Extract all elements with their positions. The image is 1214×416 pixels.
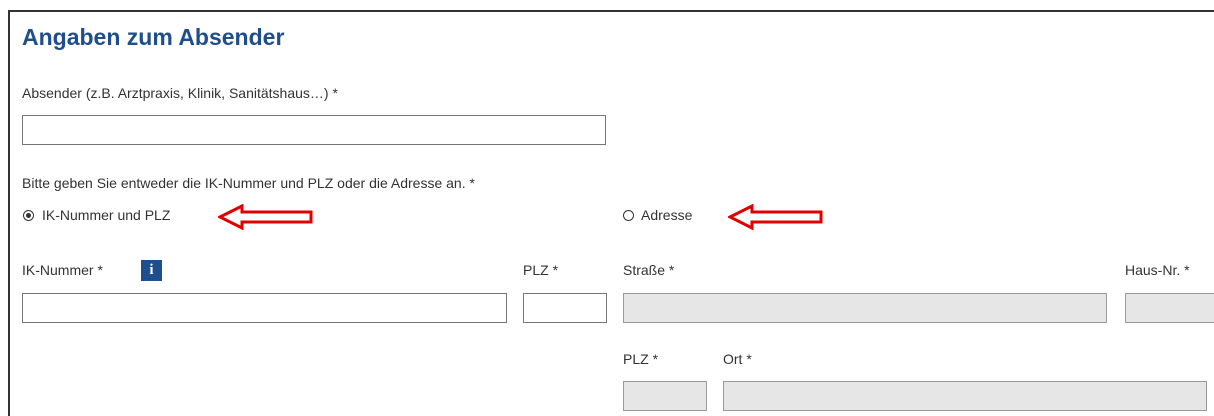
ik-label: IK-Nummer * (22, 262, 103, 278)
house-number-input (1125, 293, 1214, 323)
left-arrow-annotation-icon (728, 204, 823, 230)
info-icon[interactable]: i (141, 260, 162, 281)
left-arrow-annotation-icon (218, 204, 313, 230)
city-label: Ort * (723, 351, 752, 367)
sender-label: Absender (z.B. Arztpraxis, Klinik, Sanit… (22, 85, 338, 101)
house-number-label: Haus-Nr. * (1125, 262, 1190, 278)
plz-label: PLZ * (523, 262, 559, 278)
radio-adresse[interactable] (623, 210, 634, 221)
ik-number-input[interactable] (22, 293, 507, 323)
plz-input[interactable] (523, 293, 607, 323)
section-title: Angaben zum Absender (22, 24, 285, 50)
radio-ik-plz[interactable] (23, 210, 34, 221)
address-plz-input (623, 381, 707, 411)
sender-input[interactable] (22, 115, 606, 145)
radio-selected-dot (26, 213, 31, 218)
choice-prompt: Bitte geben Sie entweder die IK-Nummer u… (22, 175, 475, 191)
street-input (623, 293, 1107, 323)
city-input (723, 381, 1207, 411)
street-label: Straße * (623, 262, 675, 278)
address-plz-label: PLZ * (623, 351, 659, 367)
radio-adresse-label[interactable]: Adresse (641, 207, 692, 223)
form-frame (8, 10, 1214, 416)
radio-ik-plz-label[interactable]: IK-Nummer und PLZ (42, 207, 170, 223)
